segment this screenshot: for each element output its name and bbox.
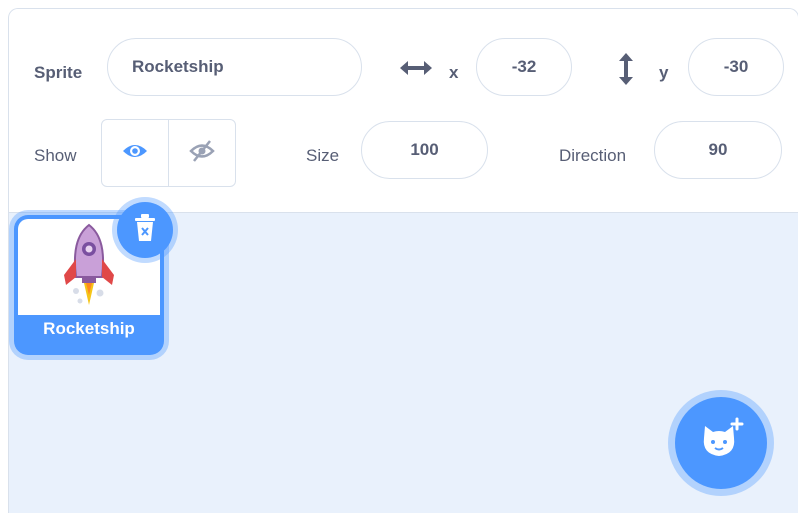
delete-sprite-button[interactable]	[117, 202, 173, 258]
y-input[interactable]: -30	[688, 38, 784, 96]
sprite-label: Sprite	[34, 63, 83, 82]
vertical-arrows-icon	[614, 51, 638, 87]
show-visible-button[interactable]	[102, 120, 169, 186]
sprite-tile-name: Rocketship	[43, 319, 135, 338]
sprite-info-panel: Sprite Rocketship x -32 y -30 Show Size …	[9, 9, 798, 213]
choose-sprite-button[interactable]	[675, 397, 767, 489]
sprite-name-input[interactable]: Rocketship	[107, 38, 362, 96]
show-hidden-button[interactable]	[169, 120, 235, 186]
size-label: Size	[306, 146, 340, 165]
size-input[interactable]: 100	[361, 121, 488, 179]
x-label: x	[449, 63, 459, 82]
show-label: Show	[34, 146, 77, 165]
show-toggle	[101, 119, 236, 187]
cat-plus-icon	[696, 416, 746, 471]
eye-icon	[121, 140, 149, 167]
direction-input[interactable]: 90	[654, 121, 782, 179]
horizontal-arrows-icon	[398, 56, 434, 80]
trash-icon	[133, 213, 157, 248]
direction-label: Direction	[559, 146, 627, 165]
x-input[interactable]: -32	[476, 38, 572, 96]
y-label: y	[659, 63, 669, 82]
eye-slash-icon	[188, 139, 216, 168]
